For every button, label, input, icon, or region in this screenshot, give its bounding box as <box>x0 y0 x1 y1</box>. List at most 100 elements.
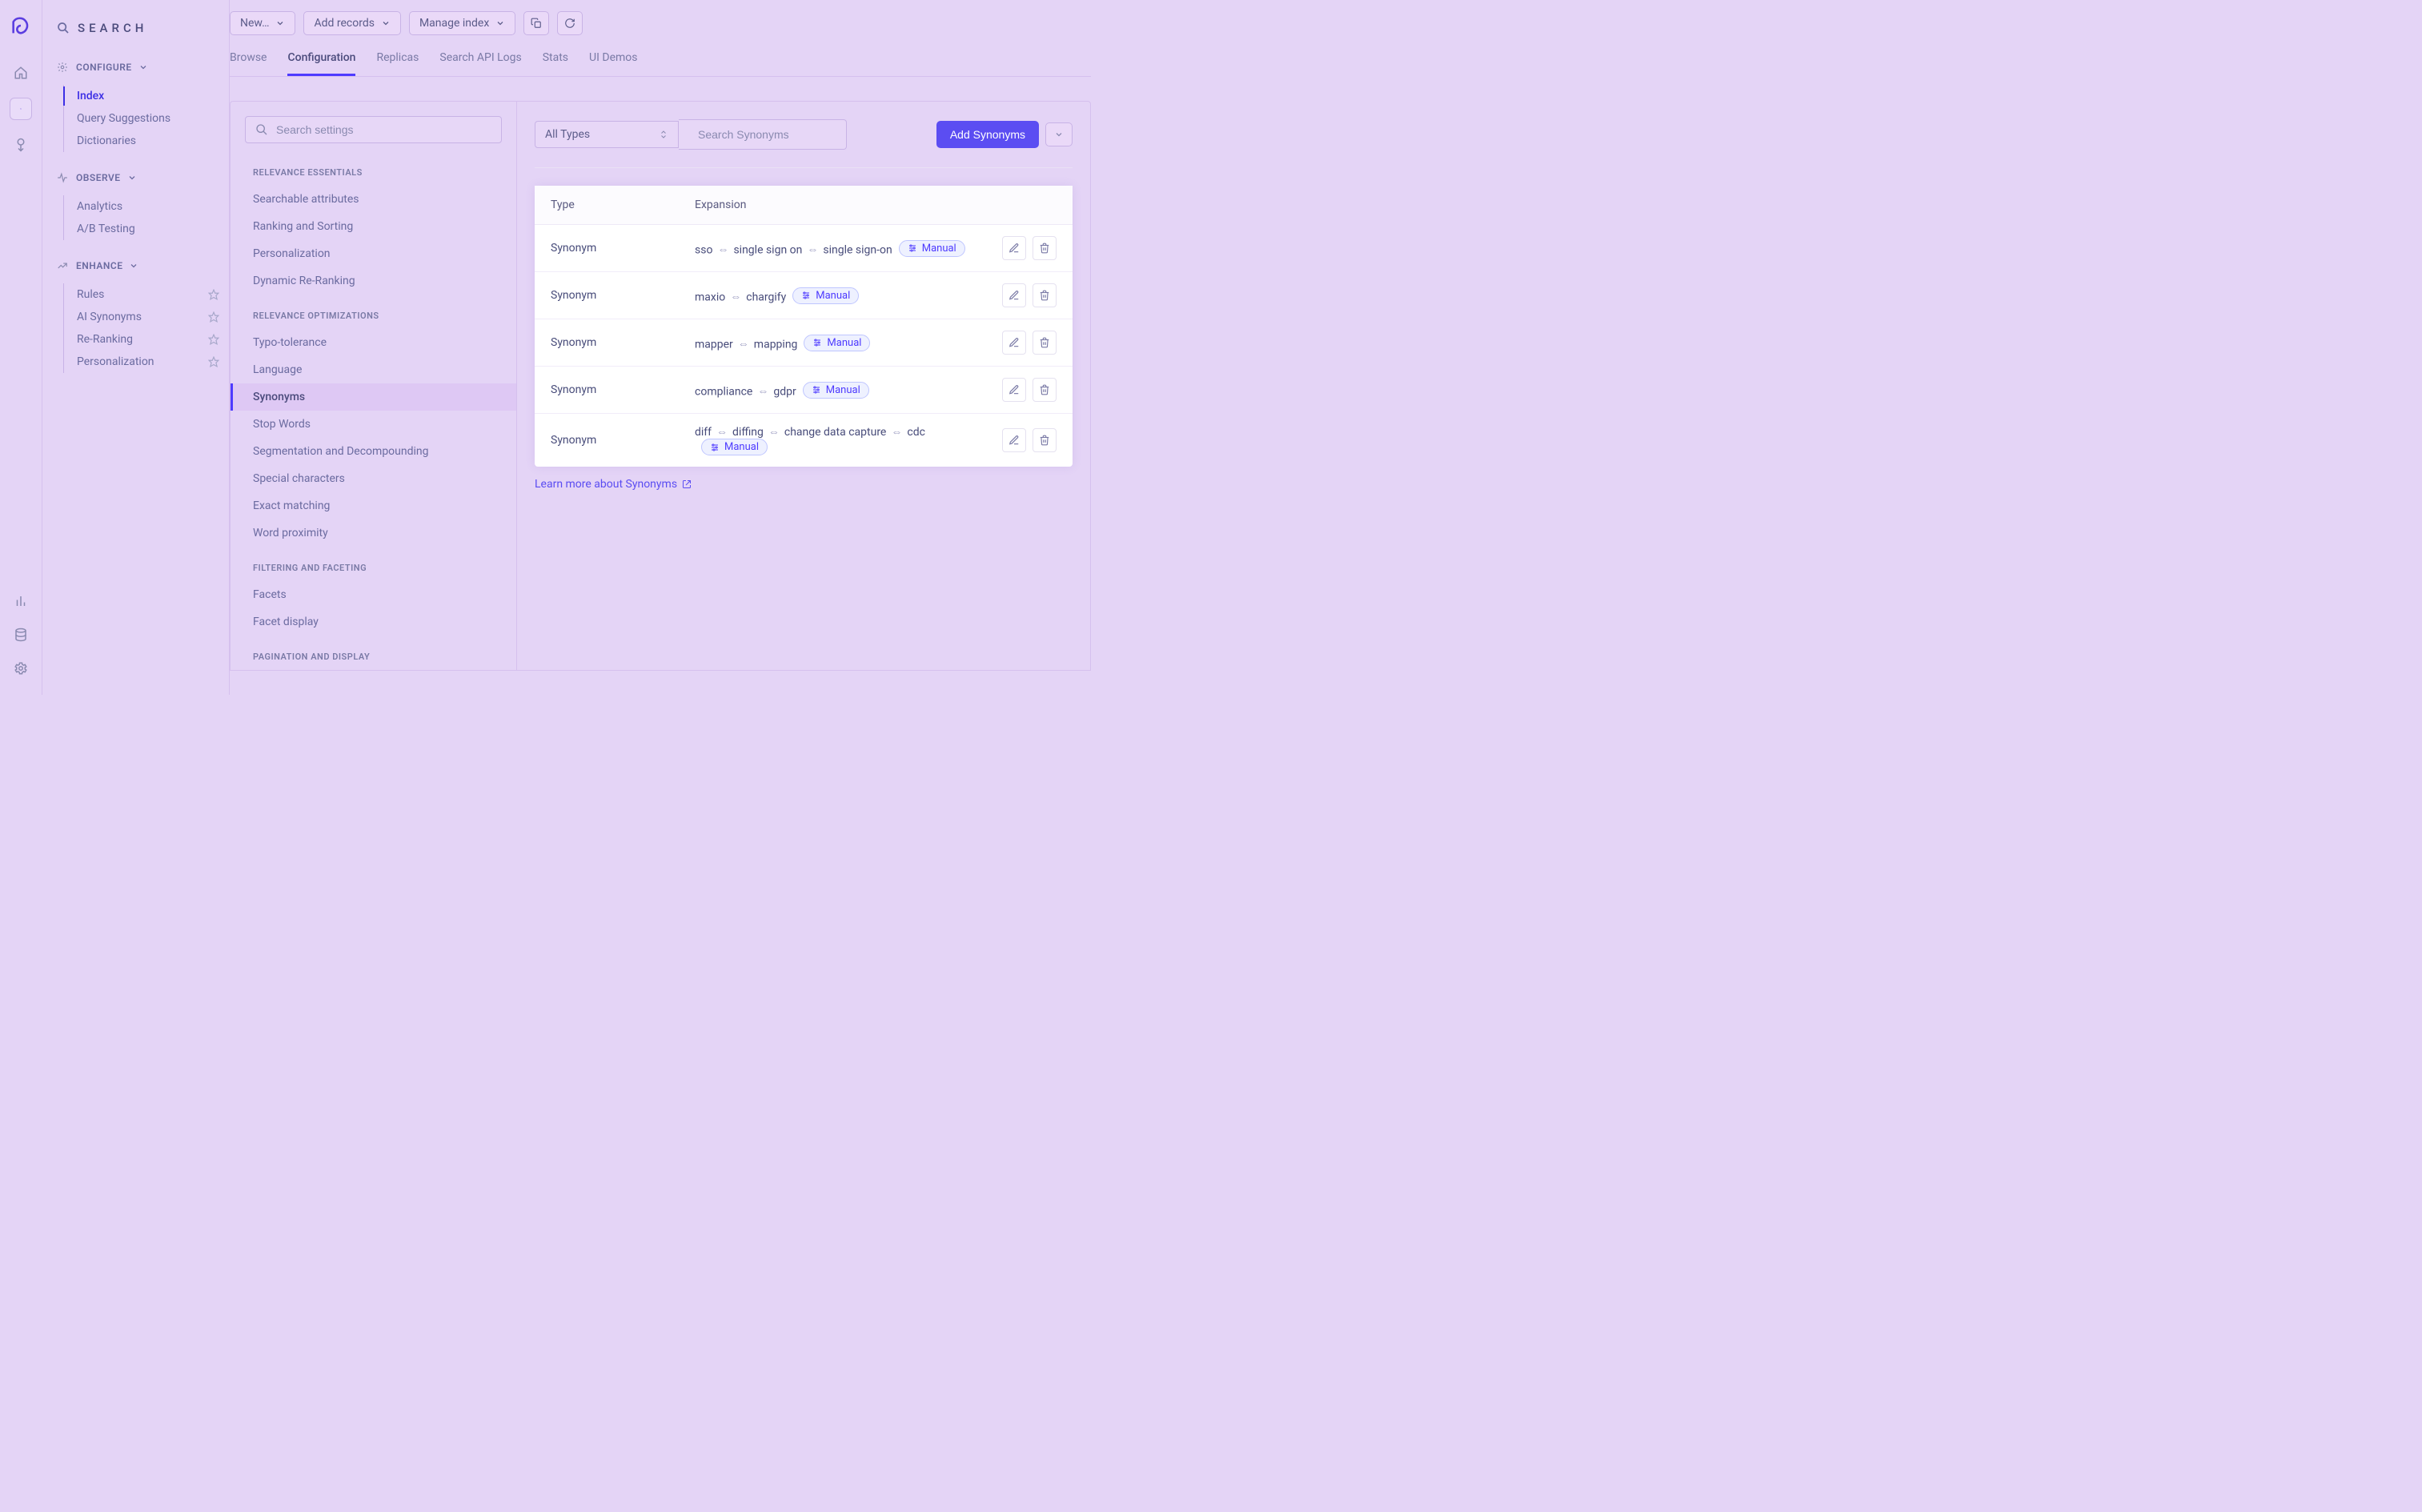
external-link-icon <box>682 479 692 489</box>
recommend-icon[interactable] <box>12 136 30 154</box>
sidebar-item-reranking[interactable]: Re-Ranking <box>64 328 229 351</box>
row-type: Synonym <box>551 383 695 396</box>
analytics-icon[interactable] <box>12 592 30 610</box>
delete-button[interactable] <box>1033 236 1057 260</box>
edit-button[interactable] <box>1002 236 1026 260</box>
table-row: Synonymmapper⇔mappingManual <box>535 319 1073 367</box>
settings-item[interactable]: Language <box>231 356 516 383</box>
chevron-down-icon <box>1054 130 1064 139</box>
divider <box>535 167 1073 168</box>
sidebar-item-ai-synonyms[interactable]: AI Synonyms <box>64 306 229 328</box>
trash-icon <box>1039 243 1050 254</box>
search-icon <box>255 123 268 136</box>
settings-item[interactable]: Synonyms <box>231 383 516 411</box>
select-updown-icon <box>659 129 668 140</box>
section-enhance[interactable]: ENHANCE <box>42 251 229 280</box>
gear-icon[interactable] <box>12 660 30 677</box>
tab-stats[interactable]: Stats <box>543 51 568 76</box>
synonyms-search-box[interactable] <box>679 119 847 150</box>
sidebar-item-ab-testing[interactable]: A/B Testing <box>64 218 229 240</box>
settings-item[interactable]: Typo-tolerance <box>231 329 516 356</box>
sidebar-item-personalization[interactable]: Personalization <box>64 351 229 373</box>
manual-badge: Manual <box>803 382 869 399</box>
star-icon[interactable] <box>208 311 219 323</box>
tab-ui-demos[interactable]: UI Demos <box>589 51 637 76</box>
copy-icon <box>531 18 542 29</box>
tab-configuration[interactable]: Configuration <box>287 51 355 76</box>
section-configure[interactable]: CONFIGURE <box>42 53 229 82</box>
section-observe[interactable]: OBSERVE <box>42 163 229 192</box>
settings-item[interactable]: Special characters <box>231 465 516 492</box>
search-nav-icon[interactable] <box>10 98 32 120</box>
settings-group-title: FILTERING AND FACETING <box>231 547 516 581</box>
tab-browse[interactable]: Browse <box>230 51 267 76</box>
sidebar: SEARCH CONFIGURE Index Query Suggestions… <box>42 0 230 695</box>
edit-button[interactable] <box>1002 378 1026 402</box>
settings-item[interactable]: Facets <box>231 581 516 608</box>
edit-icon <box>1008 290 1020 301</box>
settings-item[interactable]: Segmentation and Decompounding <box>231 438 516 465</box>
edit-button[interactable] <box>1002 283 1026 307</box>
settings-item[interactable]: Dynamic Re-Ranking <box>231 267 516 295</box>
edit-button[interactable] <box>1002 331 1026 355</box>
add-records-button[interactable]: Add records <box>303 11 400 35</box>
refresh-button[interactable] <box>557 11 583 35</box>
settings-item[interactable]: Word proximity <box>231 519 516 547</box>
sidebar-item-query-suggestions[interactable]: Query Suggestions <box>64 107 229 130</box>
copy-button[interactable] <box>523 11 549 35</box>
edit-button[interactable] <box>1002 428 1026 452</box>
trend-icon <box>57 259 70 272</box>
settings-item[interactable]: Searchable attributes <box>231 186 516 213</box>
add-synonyms-dropdown[interactable] <box>1045 122 1073 146</box>
sidebar-item-analytics[interactable]: Analytics <box>64 195 229 218</box>
trash-icon <box>1039 290 1050 301</box>
delete-button[interactable] <box>1033 331 1057 355</box>
column-type: Type <box>551 199 695 211</box>
delete-button[interactable] <box>1033 283 1057 307</box>
table-row: Synonymmaxio⇔chargifyManual <box>535 272 1073 319</box>
section-label: ENHANCE <box>76 260 122 271</box>
delete-button[interactable] <box>1033 428 1057 452</box>
new-button[interactable]: New… <box>230 11 295 35</box>
synonyms-panel: All Types Add Synonyms <box>516 101 1091 671</box>
chevron-down-icon <box>129 261 138 271</box>
table-row: Synonymdiff⇔diffing⇔change data capture⇔… <box>535 414 1073 467</box>
settings-group-title: PAGINATION AND DISPLAY <box>231 636 516 670</box>
bidirectional-arrow-icon: ⇔ <box>768 426 780 439</box>
tab-search-api-logs[interactable]: Search API Logs <box>439 51 521 76</box>
row-expansion: maxio⇔chargifyManual <box>695 287 984 304</box>
sidebar-item-rules[interactable]: Rules <box>64 283 229 306</box>
row-type: Synonym <box>551 434 695 447</box>
sliders-icon <box>801 291 811 300</box>
star-icon[interactable] <box>208 356 219 367</box>
delete-button[interactable] <box>1033 378 1057 402</box>
enhance-group: Rules AI Synonyms Re-Ranking Personaliza… <box>63 283 229 373</box>
settings-item[interactable]: Exact matching <box>231 492 516 519</box>
add-synonyms-button[interactable]: Add Synonyms <box>936 121 1039 148</box>
row-expansion: sso⇔single sign on⇔single sign-onManual <box>695 240 984 257</box>
settings-search-input[interactable] <box>276 123 491 136</box>
settings-column: RELEVANCE ESSENTIALSSearchable attribute… <box>230 101 516 671</box>
star-icon[interactable] <box>208 334 219 345</box>
tab-replicas[interactable]: Replicas <box>376 51 419 76</box>
settings-item[interactable]: Facet display <box>231 608 516 636</box>
row-expansion: diff⇔diffing⇔change data capture⇔cdcManu… <box>695 425 984 455</box>
settings-item[interactable]: Ranking and Sorting <box>231 213 516 240</box>
chevron-down-icon <box>275 18 285 28</box>
data-icon[interactable] <box>12 626 30 644</box>
learn-more-link[interactable]: Learn more about Synonyms <box>535 478 1073 491</box>
main: New… Add records Manage index Browse Con… <box>230 0 1113 695</box>
settings-item[interactable]: Stop Words <box>231 411 516 438</box>
sidebar-item-index[interactable]: Index <box>64 85 229 107</box>
table-row: Synonymcompliance⇔gdprManual <box>535 367 1073 414</box>
row-actions <box>984 378 1057 402</box>
settings-search-box[interactable] <box>245 116 502 143</box>
manage-index-button[interactable]: Manage index <box>409 11 515 35</box>
home-icon[interactable] <box>12 64 30 82</box>
synonyms-search-input[interactable] <box>698 128 843 141</box>
settings-item[interactable]: Personalization <box>231 240 516 267</box>
star-icon[interactable] <box>208 289 219 300</box>
sidebar-item-dictionaries[interactable]: Dictionaries <box>64 130 229 152</box>
sliders-icon <box>908 243 917 253</box>
type-filter-select[interactable]: All Types <box>535 121 679 148</box>
